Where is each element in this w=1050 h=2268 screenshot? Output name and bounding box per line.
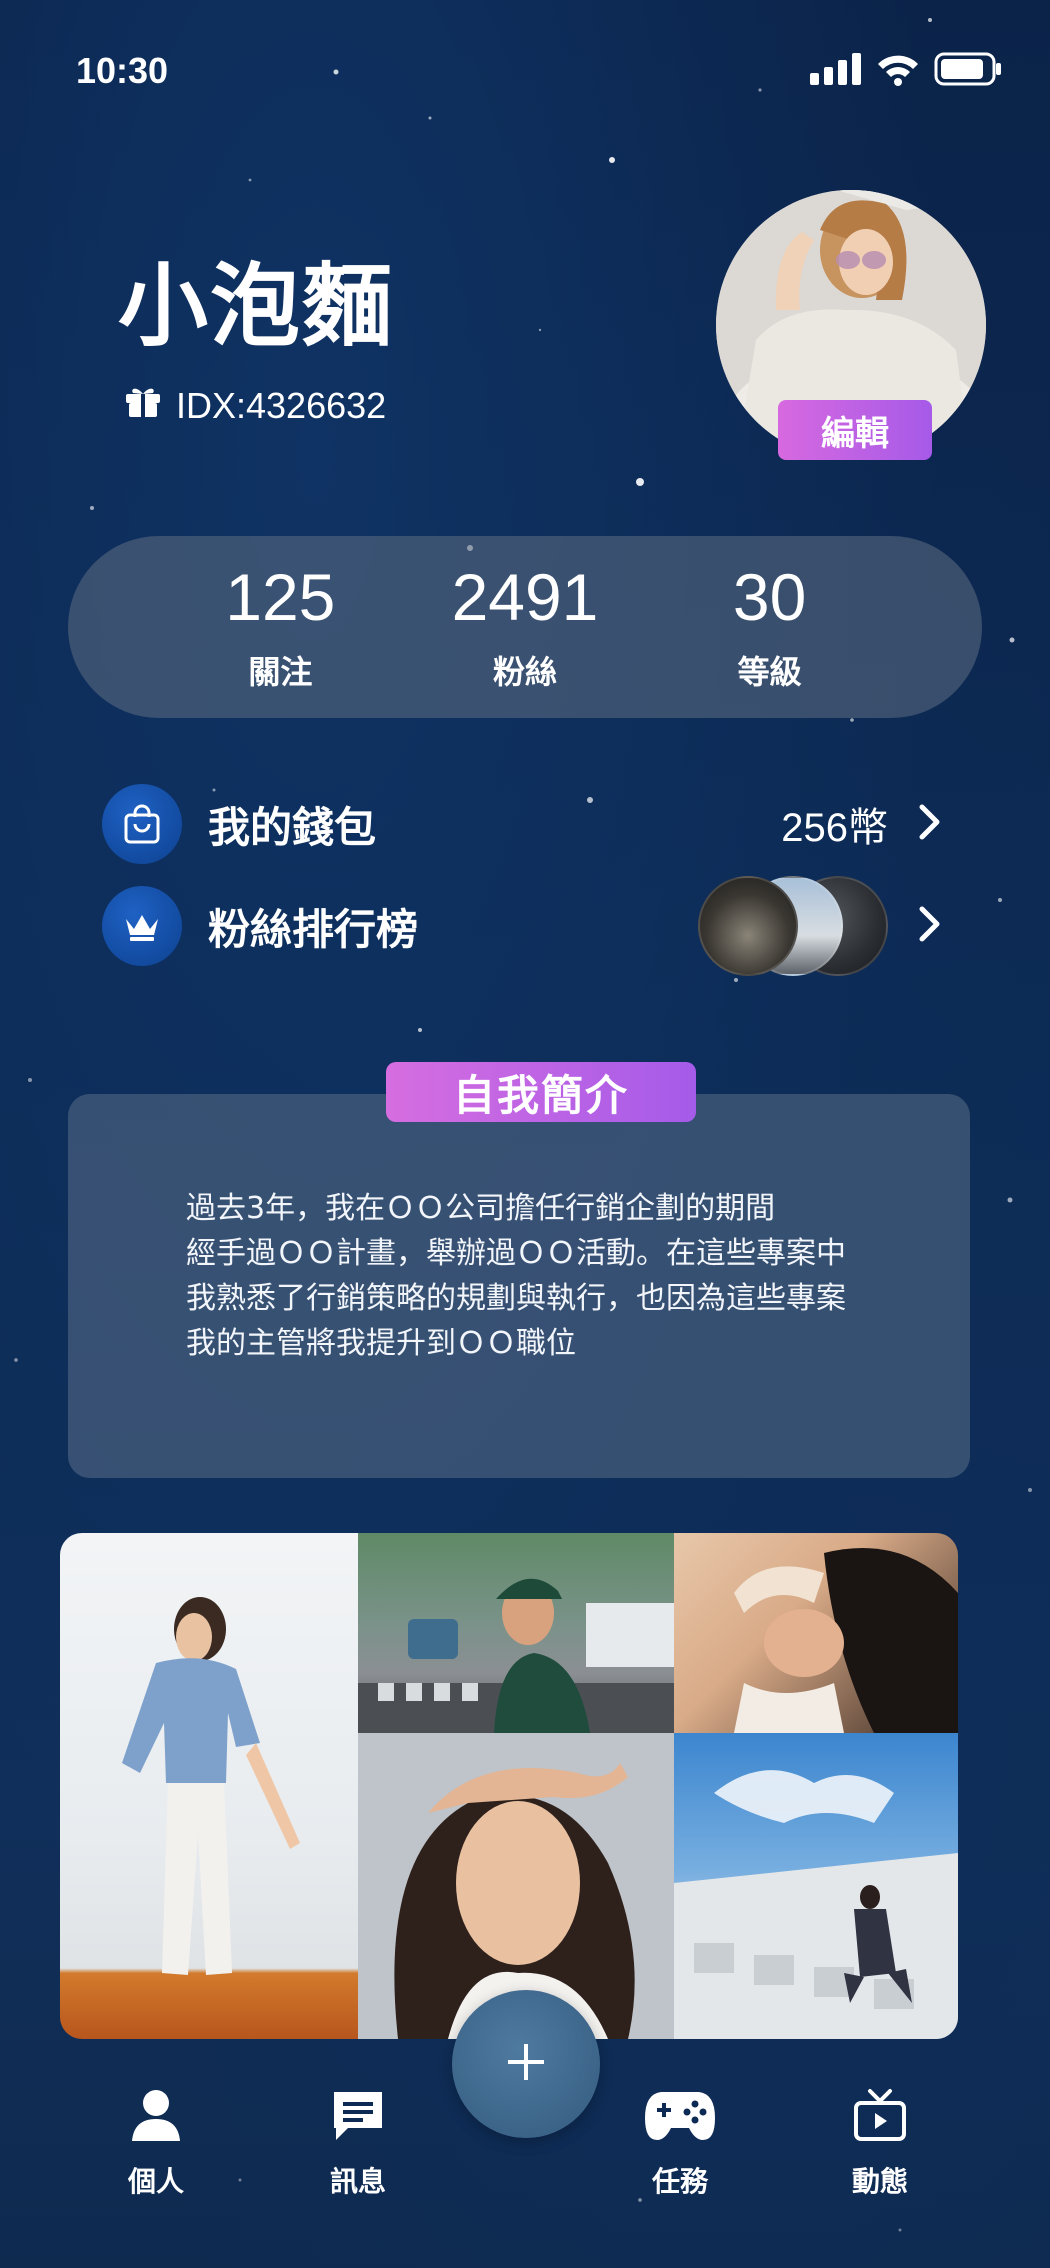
tab-label: 訊息 — [329, 2165, 386, 2198]
gallery-photo[interactable] — [358, 1533, 674, 1733]
profile-id-text: IDX:4326632 — [176, 384, 387, 426]
stat-label: 粉絲 — [492, 653, 557, 692]
edit-profile-button[interactable]: 編輯 — [778, 400, 932, 460]
plus-icon — [506, 2042, 546, 2086]
stat-fans[interactable]: 2491 粉絲 — [425, 561, 625, 694]
bio-text: 過去3年，我在ＯＯ公司擔任行銷企劃的期間 經手過ＯＯ計畫，舉辦過ＯＯ活動。在這些… — [186, 1186, 846, 1366]
battery-icon — [934, 52, 1002, 90]
wifi-icon — [876, 52, 920, 90]
bio-line: 我的主管將我提升到ＯＯ職位 — [186, 1326, 576, 1361]
shopping-bag-icon — [102, 784, 182, 864]
wallet-row[interactable]: 我的錢包 256幣 — [102, 782, 942, 866]
message-icon — [288, 2080, 428, 2150]
stat-level[interactable]: 30 等級 — [670, 561, 870, 694]
avatar-area: 編輯 — [716, 190, 986, 460]
wallet-balance: 256幣 — [781, 806, 888, 850]
wallet-right: 256幣 — [781, 795, 942, 853]
fan-avatar — [698, 876, 798, 976]
fan-ranking-right — [698, 876, 942, 976]
chevron-right-icon — [918, 905, 942, 947]
stat-value: 125 — [225, 559, 336, 634]
status-icons — [810, 52, 1002, 90]
stat-following[interactable]: 125 關注 — [180, 561, 380, 694]
wallet-label: 我的錢包 — [208, 802, 377, 852]
gamepad-icon — [610, 2080, 750, 2150]
tab-feed[interactable]: 動態 — [810, 2080, 950, 2200]
fan-ranking-row[interactable]: 粉絲排行榜 — [102, 876, 942, 976]
profile-id: IDX:4326632 — [124, 384, 386, 427]
stat-value: 30 — [732, 559, 807, 634]
signal-icon — [810, 53, 862, 89]
status-bar: 10:30 — [0, 0, 1050, 150]
fan-avatars — [698, 876, 888, 976]
tab-label: 個人 — [127, 2165, 184, 2198]
tv-icon — [810, 2080, 950, 2150]
bio-line: 過去3年，我在ＯＯ公司擔任行銷企劃的期間 — [186, 1191, 776, 1226]
create-post-button[interactable] — [452, 1990, 600, 2138]
photo-gallery — [60, 1533, 958, 2039]
gallery-photo[interactable] — [674, 1533, 958, 1733]
bio-line: 經手過ＯＯ計畫，舉辦過ＯＯ活動。在這些專案中 — [186, 1236, 846, 1271]
stats-bar: 125 關注 2491 粉絲 30 等級 — [68, 536, 982, 718]
profile-name: 小泡麵 — [118, 254, 394, 359]
tab-label: 任務 — [651, 2165, 708, 2198]
bio-line: 我熟悉了行銷策略的規劃與執行，也因為這些專案 — [186, 1281, 846, 1316]
gift-icon — [124, 384, 162, 427]
tab-messages[interactable]: 訊息 — [288, 2080, 428, 2200]
tab-label: 動態 — [851, 2165, 908, 2198]
stat-label: 等級 — [737, 653, 802, 692]
tab-tasks[interactable]: 任務 — [610, 2080, 750, 2200]
stat-value: 2491 — [451, 559, 599, 634]
person-icon — [86, 2080, 226, 2150]
gallery-photo[interactable] — [60, 1533, 358, 2039]
fan-ranking-label: 粉絲排行榜 — [208, 904, 419, 954]
bio-title: 自我簡介 — [386, 1062, 696, 1122]
gallery-photo[interactable] — [674, 1733, 958, 2039]
stat-label: 關注 — [248, 653, 313, 692]
chevron-right-icon — [918, 803, 942, 845]
tab-personal[interactable]: 個人 — [86, 2080, 226, 2200]
crown-icon — [102, 886, 182, 966]
status-time: 10:30 — [76, 50, 169, 91]
